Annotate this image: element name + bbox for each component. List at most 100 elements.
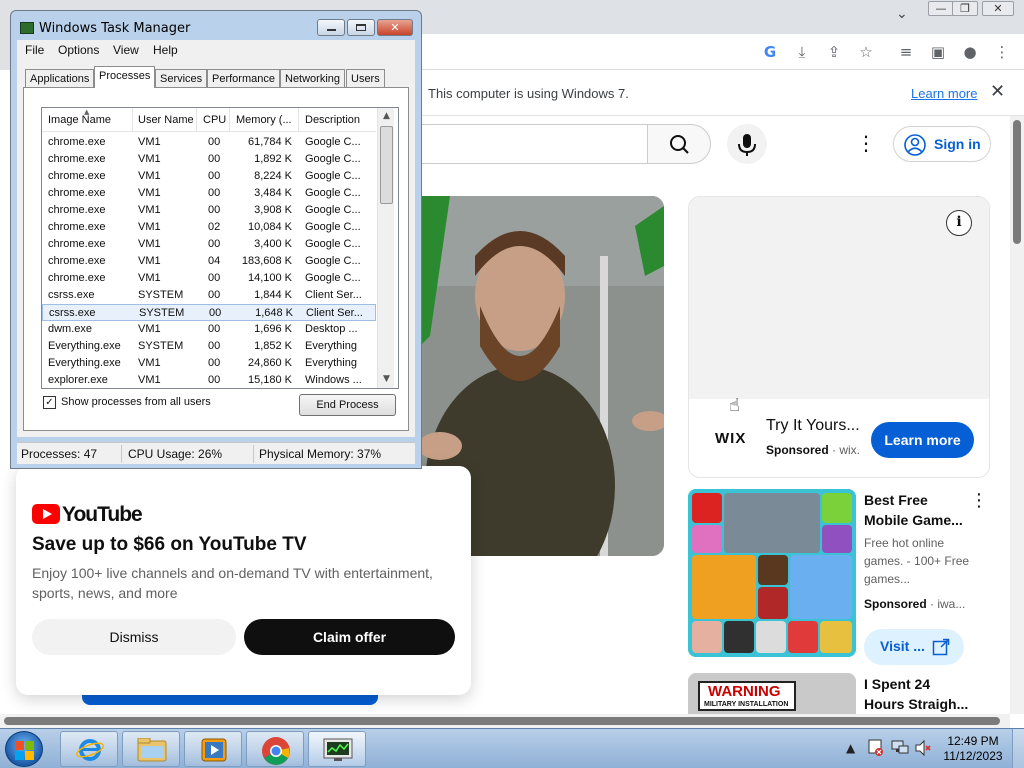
scrollbar-thumb[interactable]: [1013, 120, 1021, 244]
youtube-wordmark: YouTube: [62, 503, 143, 526]
action-center-alert-icon[interactable]: [866, 739, 884, 757]
ad-info-icon[interactable]: i: [946, 210, 972, 236]
process-memory: 8,224 K: [254, 170, 292, 182]
column-description[interactable]: Description: [305, 114, 360, 126]
tab-users[interactable]: Users: [346, 69, 385, 87]
volume-muted-icon[interactable]: [914, 739, 932, 757]
table-row[interactable]: explorer.exe VM1 00 15,180 K Windows ...: [42, 372, 376, 388]
show-hidden-icons-button[interactable]: ▲: [846, 741, 855, 755]
tab-networking[interactable]: Networking: [280, 69, 346, 87]
minimize-button[interactable]: [317, 19, 345, 36]
promo-title: Save up to $66 on YouTube TV: [32, 534, 307, 555]
game-ad-more-icon[interactable]: ⋮: [970, 490, 988, 511]
game-ad-title[interactable]: Best Free Mobile Game...: [864, 490, 974, 530]
tab-applications[interactable]: Applications: [25, 69, 95, 87]
taskbar-media-player[interactable]: [184, 731, 242, 767]
system-clock[interactable]: 12:49 PM 11/12/2023: [940, 734, 1006, 764]
menu-options[interactable]: Options: [58, 43, 99, 57]
taskbar-file-explorer[interactable]: [122, 731, 180, 767]
scrollbar-thumb[interactable]: [4, 717, 1000, 725]
column-memory[interactable]: Memory (...: [236, 114, 292, 126]
table-row[interactable]: csrss.exe SYSTEM 00 1,844 K Client Ser...: [42, 287, 376, 304]
page-vertical-scrollbar[interactable]: [1010, 116, 1024, 714]
kebab-menu-icon[interactable]: ⋮: [992, 42, 1012, 62]
table-row[interactable]: chrome.exe VM1 04 183,608 K Google C...: [42, 253, 376, 270]
learn-more-button[interactable]: Learn more: [871, 422, 974, 458]
side-panel-icon[interactable]: ▣: [928, 42, 948, 62]
close-button[interactable]: ✕: [982, 1, 1014, 16]
menu-file[interactable]: File: [25, 43, 44, 57]
taskbar-internet-explorer[interactable]: [60, 731, 118, 767]
menu-view[interactable]: View: [113, 43, 139, 57]
ad-title[interactable]: Try It Yours...: [766, 417, 860, 435]
maximize-button[interactable]: [347, 19, 375, 36]
tab-services[interactable]: Services: [155, 69, 208, 87]
column-user-name[interactable]: User Name: [138, 114, 194, 126]
scrollbar-thumb[interactable]: [380, 126, 393, 204]
table-row[interactable]: chrome.exe VM1 00 61,784 K Google C...: [42, 134, 376, 151]
process-user-name: SYSTEM: [138, 340, 184, 352]
table-row[interactable]: Everything.exe SYSTEM 00 1,852 K Everything: [42, 338, 376, 355]
minimize-button[interactable]: —: [928, 1, 954, 16]
close-button[interactable]: ✕: [377, 19, 413, 36]
taskbar-chrome[interactable]: [246, 731, 304, 767]
network-icon[interactable]: [891, 739, 909, 757]
share-icon[interactable]: ⇪: [824, 42, 844, 62]
learn-more-link[interactable]: Learn more: [911, 86, 977, 101]
tab-performance[interactable]: Performance: [207, 69, 280, 87]
settings-more-icon[interactable]: ⋮: [856, 131, 876, 155]
show-all-users-checkbox[interactable]: ✓: [43, 396, 56, 409]
install-app-icon[interactable]: ⤓: [792, 42, 812, 62]
sign-in-button[interactable]: Sign in: [893, 126, 991, 162]
profile-icon[interactable]: ●: [960, 42, 980, 62]
process-memory: 1,648 K: [255, 307, 293, 319]
table-row[interactable]: chrome.exe VM1 00 3,400 K Google C...: [42, 236, 376, 253]
visit-site-button[interactable]: Visit ...: [864, 629, 964, 665]
table-row[interactable]: dwm.exe VM1 00 1,696 K Desktop ...: [42, 321, 376, 338]
chevron-down-icon[interactable]: ⌄: [896, 6, 908, 22]
process-description: Everything: [305, 357, 357, 369]
tab-processes[interactable]: Processes: [94, 66, 156, 88]
show-desktop-button[interactable]: [1012, 729, 1024, 768]
process-description: Google C...: [305, 170, 361, 182]
table-row[interactable]: chrome.exe VM1 00 1,892 K Google C...: [42, 151, 376, 168]
infobar-close-icon[interactable]: ✕: [990, 81, 1005, 102]
reading-list-icon[interactable]: ≡: [896, 42, 916, 62]
table-row[interactable]: csrss.exe SYSTEM 00 1,648 K Client Ser...: [42, 304, 376, 321]
table-row[interactable]: Everything.exe VM1 00 24,860 K Everything: [42, 355, 376, 372]
process-list-scrollbar[interactable]: ▲ ▼: [377, 108, 394, 388]
google-lens-icon[interactable]: G: [760, 42, 780, 62]
start-button[interactable]: [5, 731, 43, 767]
video-title[interactable]: I Spent 24 Hours Straigh...: [864, 674, 974, 714]
process-cpu: 00: [208, 272, 221, 284]
bookmark-star-icon[interactable]: ☆: [856, 42, 876, 62]
table-row[interactable]: chrome.exe VM1 00 3,908 K Google C...: [42, 202, 376, 219]
end-process-button[interactable]: End Process: [299, 394, 396, 416]
table-row[interactable]: chrome.exe VM1 00 8,224 K Google C...: [42, 168, 376, 185]
menu-help[interactable]: Help: [153, 43, 178, 57]
process-list[interactable]: Image Name ▲ User Name CPU Memory (... D…: [41, 107, 399, 389]
voice-search-button[interactable]: [727, 124, 767, 164]
column-image-name[interactable]: Image Name: [48, 114, 111, 126]
search-button[interactable]: [647, 124, 711, 164]
sort-ascending-icon: ▲: [84, 108, 90, 116]
video-thumbnail[interactable]: WARNING MILITARY INSTALLATION: [688, 673, 856, 714]
taskbar-task-manager[interactable]: [308, 731, 366, 767]
table-row[interactable]: chrome.exe VM1 00 3,484 K Google C...: [42, 185, 376, 202]
dismiss-button[interactable]: Dismiss: [32, 619, 236, 655]
restore-button[interactable]: ❐: [952, 1, 978, 16]
visit-label: Visit ...: [880, 638, 925, 654]
scroll-up-icon[interactable]: ▲: [378, 108, 395, 125]
scroll-down-icon[interactable]: ▼: [378, 371, 395, 388]
claim-offer-button[interactable]: Claim offer: [244, 619, 455, 655]
table-row[interactable]: chrome.exe VM1 02 10,084 K Google C...: [42, 219, 376, 236]
show-all-users-label[interactable]: Show processes from all users: [61, 396, 211, 408]
game-ad-thumbnail[interactable]: [688, 489, 856, 657]
sponsored-ad-card[interactable]: i WIX Try It Yours... Sponsored · wix. L…: [688, 196, 990, 478]
table-row[interactable]: chrome.exe VM1 00 14,100 K Google C...: [42, 270, 376, 287]
ad-sponsored-line: Sponsored · wix.: [766, 443, 860, 457]
page-horizontal-scrollbar[interactable]: [0, 714, 1010, 728]
column-cpu[interactable]: CPU: [203, 114, 226, 126]
search-input[interactable]: [420, 124, 648, 164]
mic-icon: [738, 134, 756, 156]
